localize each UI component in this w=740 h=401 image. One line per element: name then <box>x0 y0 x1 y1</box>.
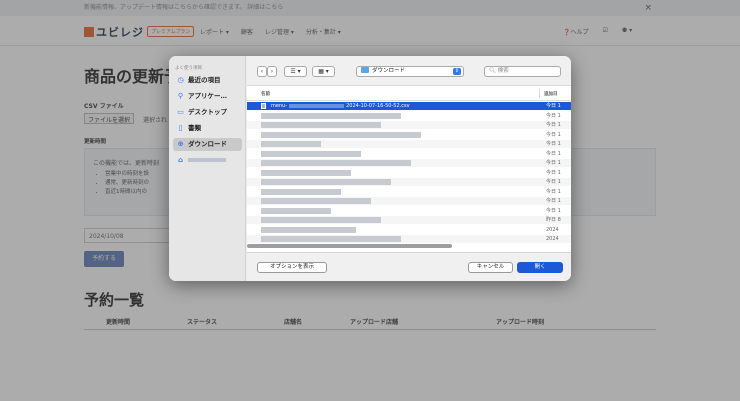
search-input[interactable]: 🔍︎ 検索 <box>484 66 561 77</box>
redacted-file-name <box>261 112 401 119</box>
dialog-toolbar: ‹ › ☰ ▾ ▦ ▾ ダウンロード ⇕ 🔍︎ 検索 <box>247 56 571 86</box>
file-list: 名前 追加日 menu- 2024-10-07-16-50-52.csv 今日 1 今… <box>247 86 571 252</box>
redacted-file-name <box>261 160 411 166</box>
sidebar-item[interactable]: ◷ 最近の項目 <box>173 74 242 87</box>
options-button[interactable]: オプションを表示 <box>257 262 327 273</box>
file-row[interactable]: 今日 1 <box>247 121 571 129</box>
file-row[interactable]: 今日 1 <box>247 140 571 148</box>
redacted-file-name <box>261 179 391 185</box>
file-row[interactable]: 今日 1 <box>247 150 571 158</box>
redacted-file-name <box>261 150 361 157</box>
file-date: 2024 <box>546 236 559 242</box>
col-name[interactable]: 名前 <box>261 91 270 97</box>
file-list-header: 名前 追加日 <box>247 86 571 101</box>
desktop-icon: ▭ <box>177 108 184 116</box>
apps-icon: ⚲ <box>177 92 184 100</box>
redacted-name <box>289 103 345 108</box>
file-date: 2024 <box>546 226 559 233</box>
file-row[interactable]: 昨日 8 <box>247 216 571 224</box>
redacted-file-name <box>261 141 321 147</box>
sidebar-item-label: 書類 <box>188 124 201 132</box>
file-date: 今日 1 <box>546 131 561 138</box>
redacted-file-name <box>261 169 351 176</box>
csv-file-icon <box>261 103 266 109</box>
file-row[interactable]: 2024 <box>247 226 571 234</box>
sidebar-item-label: デスクトップ <box>188 108 227 116</box>
redacted-file-name <box>261 236 401 242</box>
redacted-file-name <box>261 207 331 214</box>
grid-view-icon: ▦ ▾ <box>318 68 329 75</box>
file-date: 今日 1 <box>546 112 561 119</box>
sidebar-item-label: 最近の項目 <box>188 76 221 84</box>
redacted-file-name <box>261 198 371 204</box>
chevron-right-icon: › <box>270 68 274 75</box>
dialog-footer: オプションを表示 キャンセル 開く <box>247 252 571 281</box>
file-name: menu- 2024-10-07-16-50-52.csv <box>271 103 410 109</box>
file-date: 今日 1 <box>546 103 561 109</box>
file-row[interactable]: 今日 1 <box>247 207 571 215</box>
col-added[interactable]: 追加日 <box>544 91 558 97</box>
favorites-header: よく使う項目 <box>175 66 202 71</box>
location-select[interactable]: ダウンロード ⇕ <box>356 66 464 77</box>
file-row[interactable]: 今日 1 <box>247 178 571 186</box>
redacted-file-name <box>261 217 381 223</box>
view-grid-button[interactable]: ▦ ▾ <box>312 66 335 77</box>
file-date: 今日 1 <box>546 188 561 195</box>
file-date: 今日 1 <box>546 141 561 147</box>
home-icon: ⌂ <box>177 156 183 164</box>
file-date: 今日 1 <box>546 198 561 204</box>
document-icon: ▯ <box>178 124 183 132</box>
sidebar-item[interactable]: ⌂ <box>173 154 242 167</box>
open-button[interactable]: 開く <box>517 262 563 273</box>
clock-icon: ◷ <box>177 76 184 84</box>
search-icon: 🔍︎ <box>489 68 498 74</box>
file-date: 今日 1 <box>546 150 561 157</box>
view-list-button[interactable]: ☰ ▾ <box>284 66 307 77</box>
file-date: 今日 1 <box>546 122 561 128</box>
file-row[interactable]: 今日 1 <box>247 159 571 167</box>
sidebar-item-label: ダウンロード <box>188 140 227 148</box>
dialog-sidebar: よく使う項目 ◷ 最近の項目 ⚲ アプリケー… ▭ デスクトップ ▯ 書類 ⊕ ダウンロード ⌂ <box>169 56 246 281</box>
sidebar-item[interactable]: ⊕ ダウンロード <box>173 138 242 151</box>
download-icon: ⊕ <box>177 140 184 148</box>
forward-button[interactable]: › <box>267 66 277 77</box>
file-date: 今日 1 <box>546 169 561 176</box>
redacted-file-name <box>261 131 421 138</box>
horizontal-scrollbar[interactable] <box>247 244 452 248</box>
redacted-file-name <box>261 122 381 128</box>
file-date: 昨日 8 <box>546 217 561 223</box>
file-row[interactable]: 今日 1 <box>247 112 571 120</box>
redacted-file-name <box>261 226 356 233</box>
file-row[interactable]: 2024 <box>247 235 571 243</box>
redacted-name <box>188 158 226 162</box>
file-row[interactable]: 今日 1 <box>247 169 571 177</box>
file-date: 今日 1 <box>546 160 561 166</box>
file-row[interactable]: 今日 1 <box>247 188 571 196</box>
folder-icon <box>361 67 369 73</box>
redacted-file-name <box>261 188 341 195</box>
file-row-selected[interactable]: menu- 2024-10-07-16-50-52.csv 今日 1 <box>247 102 571 110</box>
file-date: 今日 1 <box>546 207 561 214</box>
cancel-button[interactable]: キャンセル <box>468 262 513 273</box>
chevron-left-icon: ‹ <box>260 68 264 75</box>
file-row[interactable]: 今日 1 <box>247 131 571 139</box>
file-open-dialog: よく使う項目 ◷ 最近の項目 ⚲ アプリケー… ▭ デスクトップ ▯ 書類 ⊕ ダウンロード ⌂ ‹… <box>169 56 571 281</box>
sidebar-item[interactable]: ▯ 書類 <box>173 122 242 135</box>
file-date: 今日 1 <box>546 179 561 185</box>
file-row[interactable]: 今日 1 <box>247 197 571 205</box>
list-view-icon: ☰ ▾ <box>290 68 301 75</box>
chevron-updown-icon: ⇕ <box>453 68 461 75</box>
sidebar-item[interactable]: ⚲ アプリケー… <box>173 90 242 103</box>
sidebar-item-label: アプリケー… <box>188 92 227 100</box>
sidebar-item[interactable]: ▭ デスクトップ <box>173 106 242 119</box>
back-button[interactable]: ‹ <box>257 66 267 77</box>
